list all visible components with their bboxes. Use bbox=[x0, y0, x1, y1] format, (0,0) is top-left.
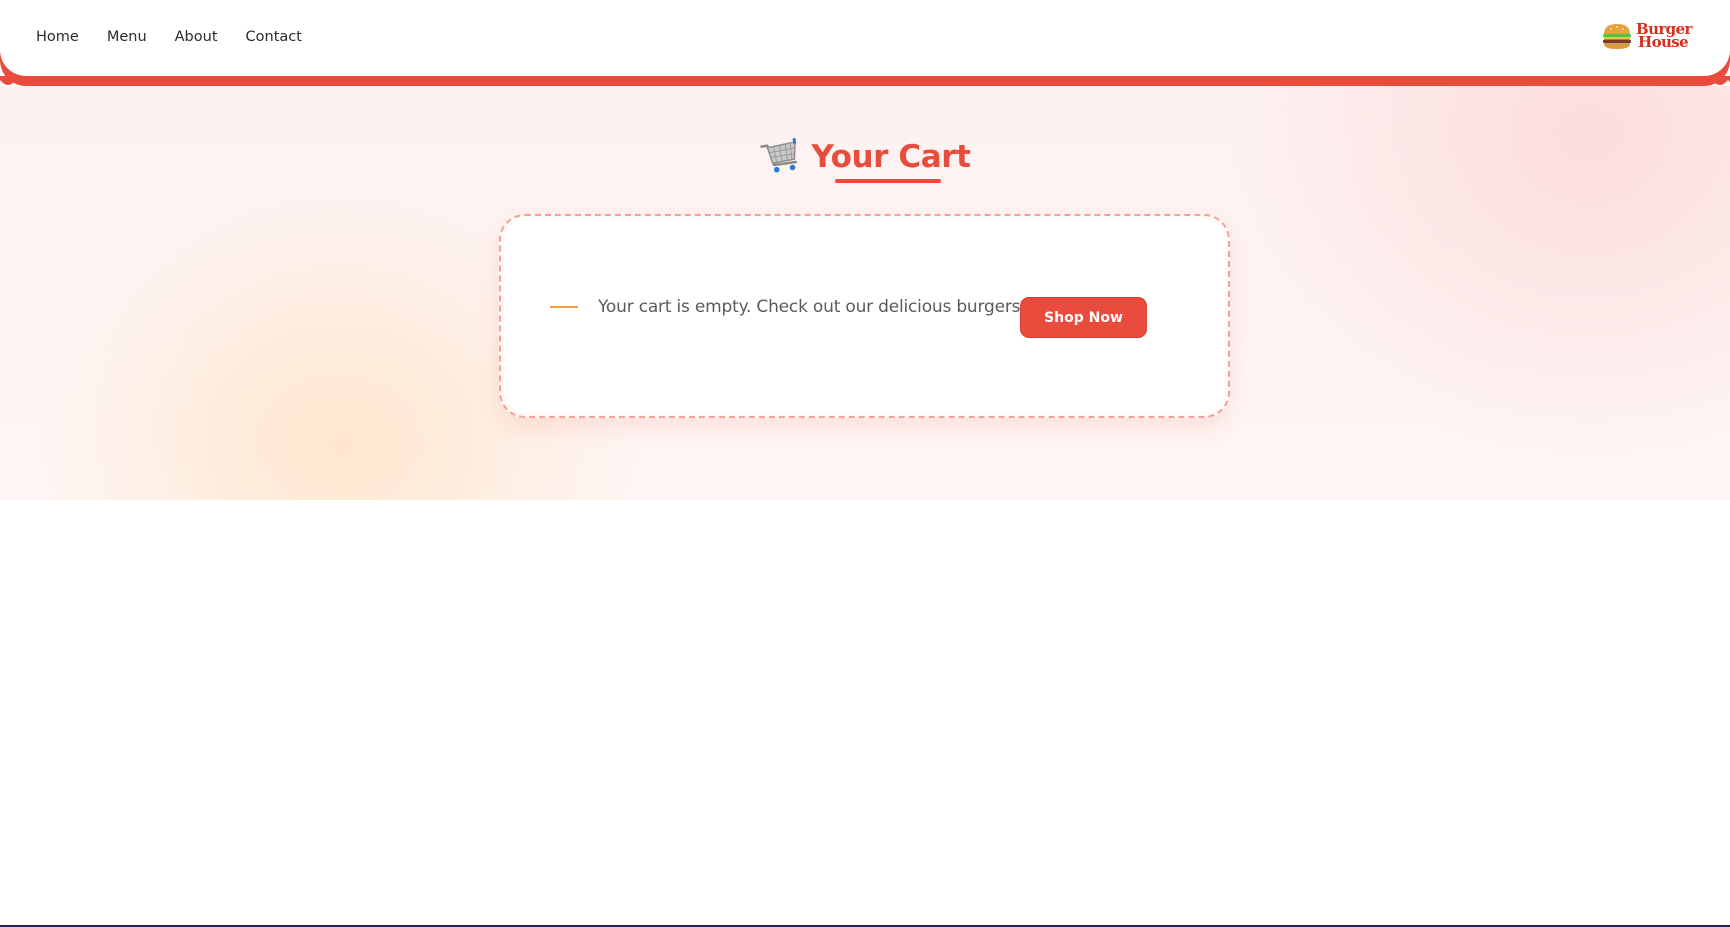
cart-heading: Your Cart bbox=[0, 134, 1730, 183]
nav-home-link[interactable]: Home bbox=[36, 26, 79, 48]
shop-now-button[interactable]: Shop Now bbox=[1020, 297, 1147, 338]
main-nav: Home Menu About Contact bbox=[36, 26, 330, 48]
header-wave-border bbox=[0, 76, 1730, 92]
page-title: Your Cart bbox=[811, 139, 971, 175]
logo-wordmark: Burger House bbox=[1636, 22, 1692, 51]
brand-logo[interactable]: Burger House bbox=[1601, 22, 1692, 50]
nav-about-link[interactable]: About bbox=[175, 26, 218, 48]
site-header: Home Menu About Contact Burger House bbox=[0, 0, 1730, 92]
cart-title-box: Your Cart bbox=[811, 135, 971, 183]
orange-dash-divider bbox=[550, 306, 578, 308]
empty-cart-message: Your cart is empty. Check out our delici… bbox=[598, 297, 1027, 317]
empty-cart-row: Your cart is empty. Check out our delici… bbox=[550, 297, 1027, 317]
burger-icon bbox=[1603, 24, 1631, 49]
logo-line-2: House bbox=[1638, 33, 1689, 51]
cart-heading-inner: Your Cart bbox=[759, 134, 971, 183]
page: Home Menu About Contact Burger House You… bbox=[0, 0, 1730, 927]
shopping-cart-icon bbox=[760, 137, 798, 173]
nav-menu-link[interactable]: Menu bbox=[107, 26, 147, 48]
nav-contact-link[interactable]: Contact bbox=[246, 26, 302, 48]
title-underline bbox=[835, 179, 942, 183]
